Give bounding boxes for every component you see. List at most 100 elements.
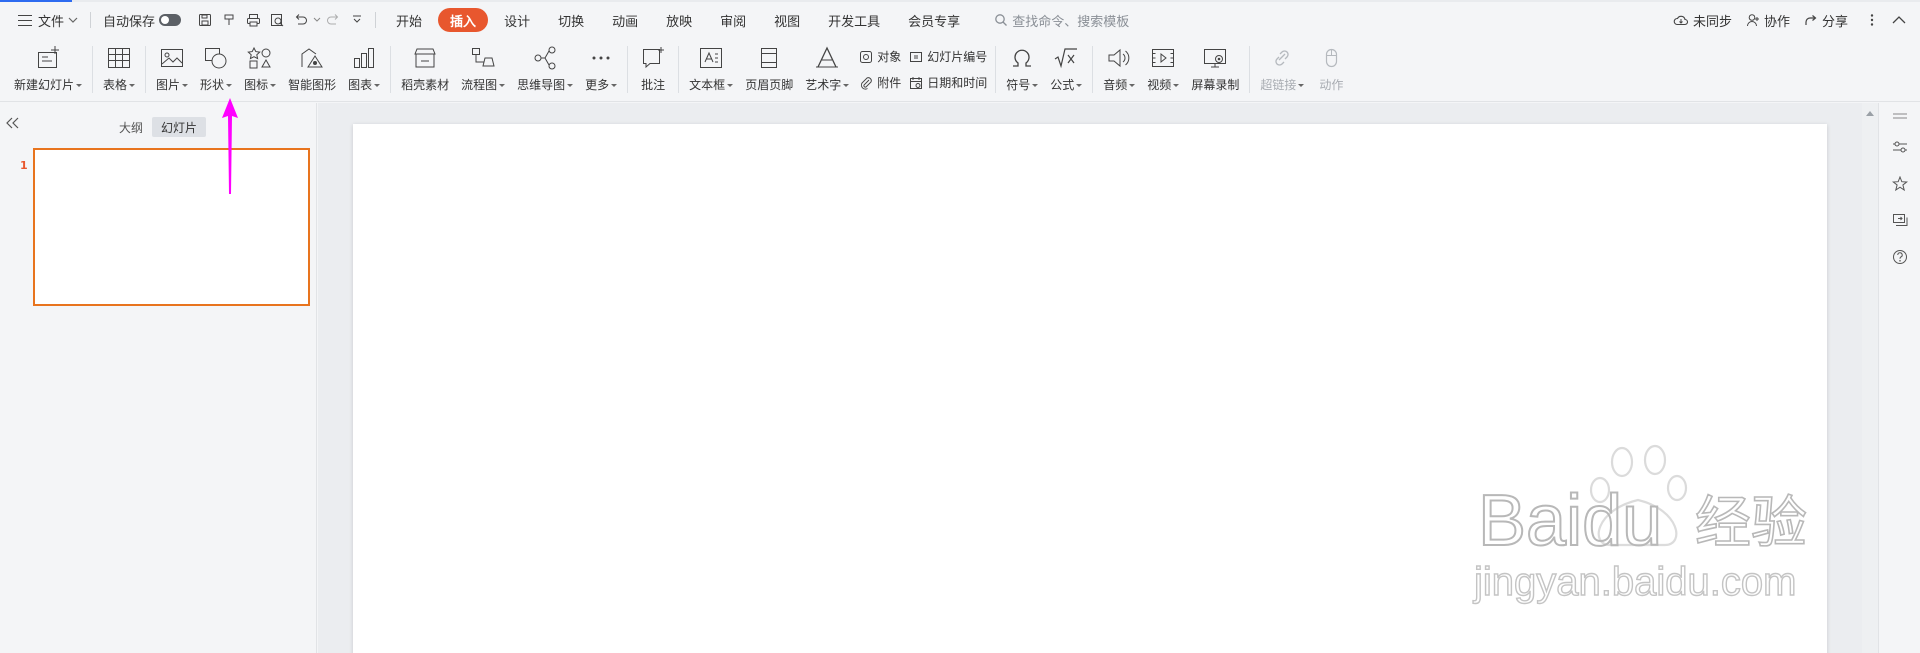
- textbox-label: 文本框: [689, 76, 733, 93]
- object-label: 对象: [877, 50, 902, 64]
- flowchart-button[interactable]: 流程图: [455, 38, 511, 101]
- chevron-down-icon: [68, 17, 78, 23]
- textbox-button[interactable]: 文本框: [683, 38, 739, 101]
- shape-button[interactable]: 形状: [194, 38, 238, 101]
- tab-slideshow[interactable]: 放映: [654, 8, 704, 32]
- customize-quick-access-icon[interactable]: [345, 8, 369, 32]
- command-search[interactable]: 查找命令、搜索模板: [994, 11, 1129, 30]
- save-icon[interactable]: [193, 8, 217, 32]
- scroll-up-icon[interactable]: [1866, 111, 1874, 116]
- collaborate-button[interactable]: 协作: [1746, 11, 1790, 30]
- settings-sliders-icon[interactable]: [1889, 136, 1911, 158]
- screen-record-button[interactable]: 屏幕录制: [1185, 38, 1245, 101]
- print-icon[interactable]: [241, 8, 265, 32]
- chevron-down-icon[interactable]: [313, 16, 321, 24]
- formula-button[interactable]: 公式: [1044, 38, 1088, 101]
- mindmap-label: 思维导图: [517, 76, 573, 93]
- wordart-label: 艺术字: [805, 76, 849, 93]
- print-preview-icon[interactable]: [265, 8, 289, 32]
- chart-button[interactable]: 图表: [342, 38, 386, 101]
- chart-label: 图表: [348, 76, 380, 93]
- mindmap-button[interactable]: 思维导图: [511, 38, 579, 101]
- object-icon: [860, 50, 873, 63]
- sidebar-menu-icon[interactable]: [1889, 105, 1911, 127]
- tab-outline[interactable]: 大纲: [110, 117, 152, 137]
- autosave-toggle[interactable]: 自动保存: [97, 7, 187, 33]
- header-footer-label: 页眉页脚: [745, 78, 794, 92]
- slide-number: 1: [20, 159, 28, 172]
- cloud-icon: [1673, 15, 1688, 26]
- date-time-button[interactable]: 日期和时间: [909, 73, 987, 93]
- tab-developer[interactable]: 开发工具: [816, 8, 892, 32]
- table-label: 表格: [103, 76, 135, 93]
- shape-icon: [201, 42, 231, 74]
- tab-home[interactable]: 开始: [384, 8, 434, 32]
- symbol-label: 符号: [1006, 76, 1038, 93]
- share-label: 分享: [1821, 14, 1848, 30]
- watermark-url: jingyan.baidu.com: [1473, 560, 1796, 604]
- paperclip-icon: [861, 76, 873, 90]
- more-button[interactable]: 更多: [579, 38, 623, 101]
- formula-label: 公式: [1050, 76, 1082, 93]
- slide-thumbnail[interactable]: [33, 148, 310, 306]
- tab-slides[interactable]: 幻灯片: [152, 117, 207, 137]
- icon-library-label: 图标: [244, 76, 276, 93]
- format-painter-icon[interactable]: [217, 8, 241, 32]
- video-icon: [1148, 42, 1178, 74]
- picture-button[interactable]: 图片: [150, 38, 194, 101]
- tab-member[interactable]: 会员专享: [896, 8, 972, 32]
- action-label: 动作: [1319, 78, 1344, 92]
- collapse-panel-icon[interactable]: [6, 117, 20, 132]
- mouse-icon: [1316, 42, 1346, 74]
- tab-transitions[interactable]: 切换: [546, 8, 596, 32]
- wordart-button[interactable]: 艺术字: [799, 38, 855, 101]
- hyperlink-button[interactable]: 超链接: [1254, 38, 1310, 101]
- header-footer-icon: [754, 42, 784, 74]
- slide-number-button[interactable]: 幻灯片编号: [909, 47, 987, 67]
- watermark-brand: Baidu: [1478, 481, 1662, 561]
- omega-icon: [1007, 42, 1037, 74]
- comment-button[interactable]: 批注: [632, 38, 674, 101]
- smart-graphic-label: 智能图形: [288, 78, 337, 92]
- slide-switch-icon[interactable]: [1889, 209, 1911, 231]
- collab-label: 协作: [1763, 14, 1790, 30]
- tab-view[interactable]: 视图: [762, 8, 812, 32]
- file-menu-label: 文件: [38, 14, 65, 30]
- new-slide-button[interactable]: 新建幻灯片: [8, 38, 88, 101]
- video-button[interactable]: 视频: [1141, 38, 1185, 101]
- action-button[interactable]: 动作: [1310, 38, 1352, 101]
- magic-icon[interactable]: [1889, 173, 1911, 195]
- tab-review[interactable]: 审阅: [708, 8, 758, 32]
- icon-library-button[interactable]: 图标: [238, 38, 282, 101]
- picture-icon: [157, 42, 187, 74]
- more-label: 更多: [585, 76, 617, 93]
- object-button[interactable]: 对象: [859, 47, 901, 67]
- audio-button[interactable]: 音频: [1097, 38, 1141, 101]
- audio-label: 音频: [1103, 76, 1135, 93]
- redo-icon[interactable]: [321, 8, 345, 32]
- more-menu-icon[interactable]: [1870, 13, 1878, 27]
- tab-design[interactable]: 设计: [492, 8, 542, 32]
- undo-icon[interactable]: [289, 8, 313, 32]
- comment-label: 批注: [641, 78, 666, 92]
- speaker-icon: [1104, 42, 1134, 74]
- symbol-button[interactable]: 符号: [1000, 38, 1044, 101]
- table-button[interactable]: 表格: [97, 38, 141, 101]
- bar-chart-icon: [349, 42, 379, 74]
- collapse-ribbon-icon[interactable]: [1892, 15, 1910, 25]
- ribbon-tabs: 开始 插入 设计 切换 动画 放映 审阅 视图 开发工具 会员专享: [382, 8, 974, 32]
- header-footer-button[interactable]: 页眉页脚: [739, 38, 799, 101]
- help-icon[interactable]: [1889, 246, 1911, 268]
- file-menu[interactable]: 文件: [12, 7, 84, 33]
- straw-material-button[interactable]: 稻壳素材: [395, 38, 455, 101]
- attachment-button[interactable]: 附件: [859, 73, 901, 93]
- tab-insert[interactable]: 插入: [438, 8, 489, 32]
- tab-animations[interactable]: 动画: [600, 8, 650, 32]
- textbox-icon: [696, 42, 726, 74]
- smart-graphic-button[interactable]: 智能图形: [282, 38, 342, 101]
- share-button[interactable]: 分享: [1804, 11, 1848, 30]
- vertical-scrollbar[interactable]: [1862, 103, 1878, 653]
- screen-record-label: 屏幕录制: [1191, 78, 1240, 92]
- date-time-label: 日期和时间: [927, 76, 988, 90]
- sync-status[interactable]: 未同步: [1673, 11, 1732, 30]
